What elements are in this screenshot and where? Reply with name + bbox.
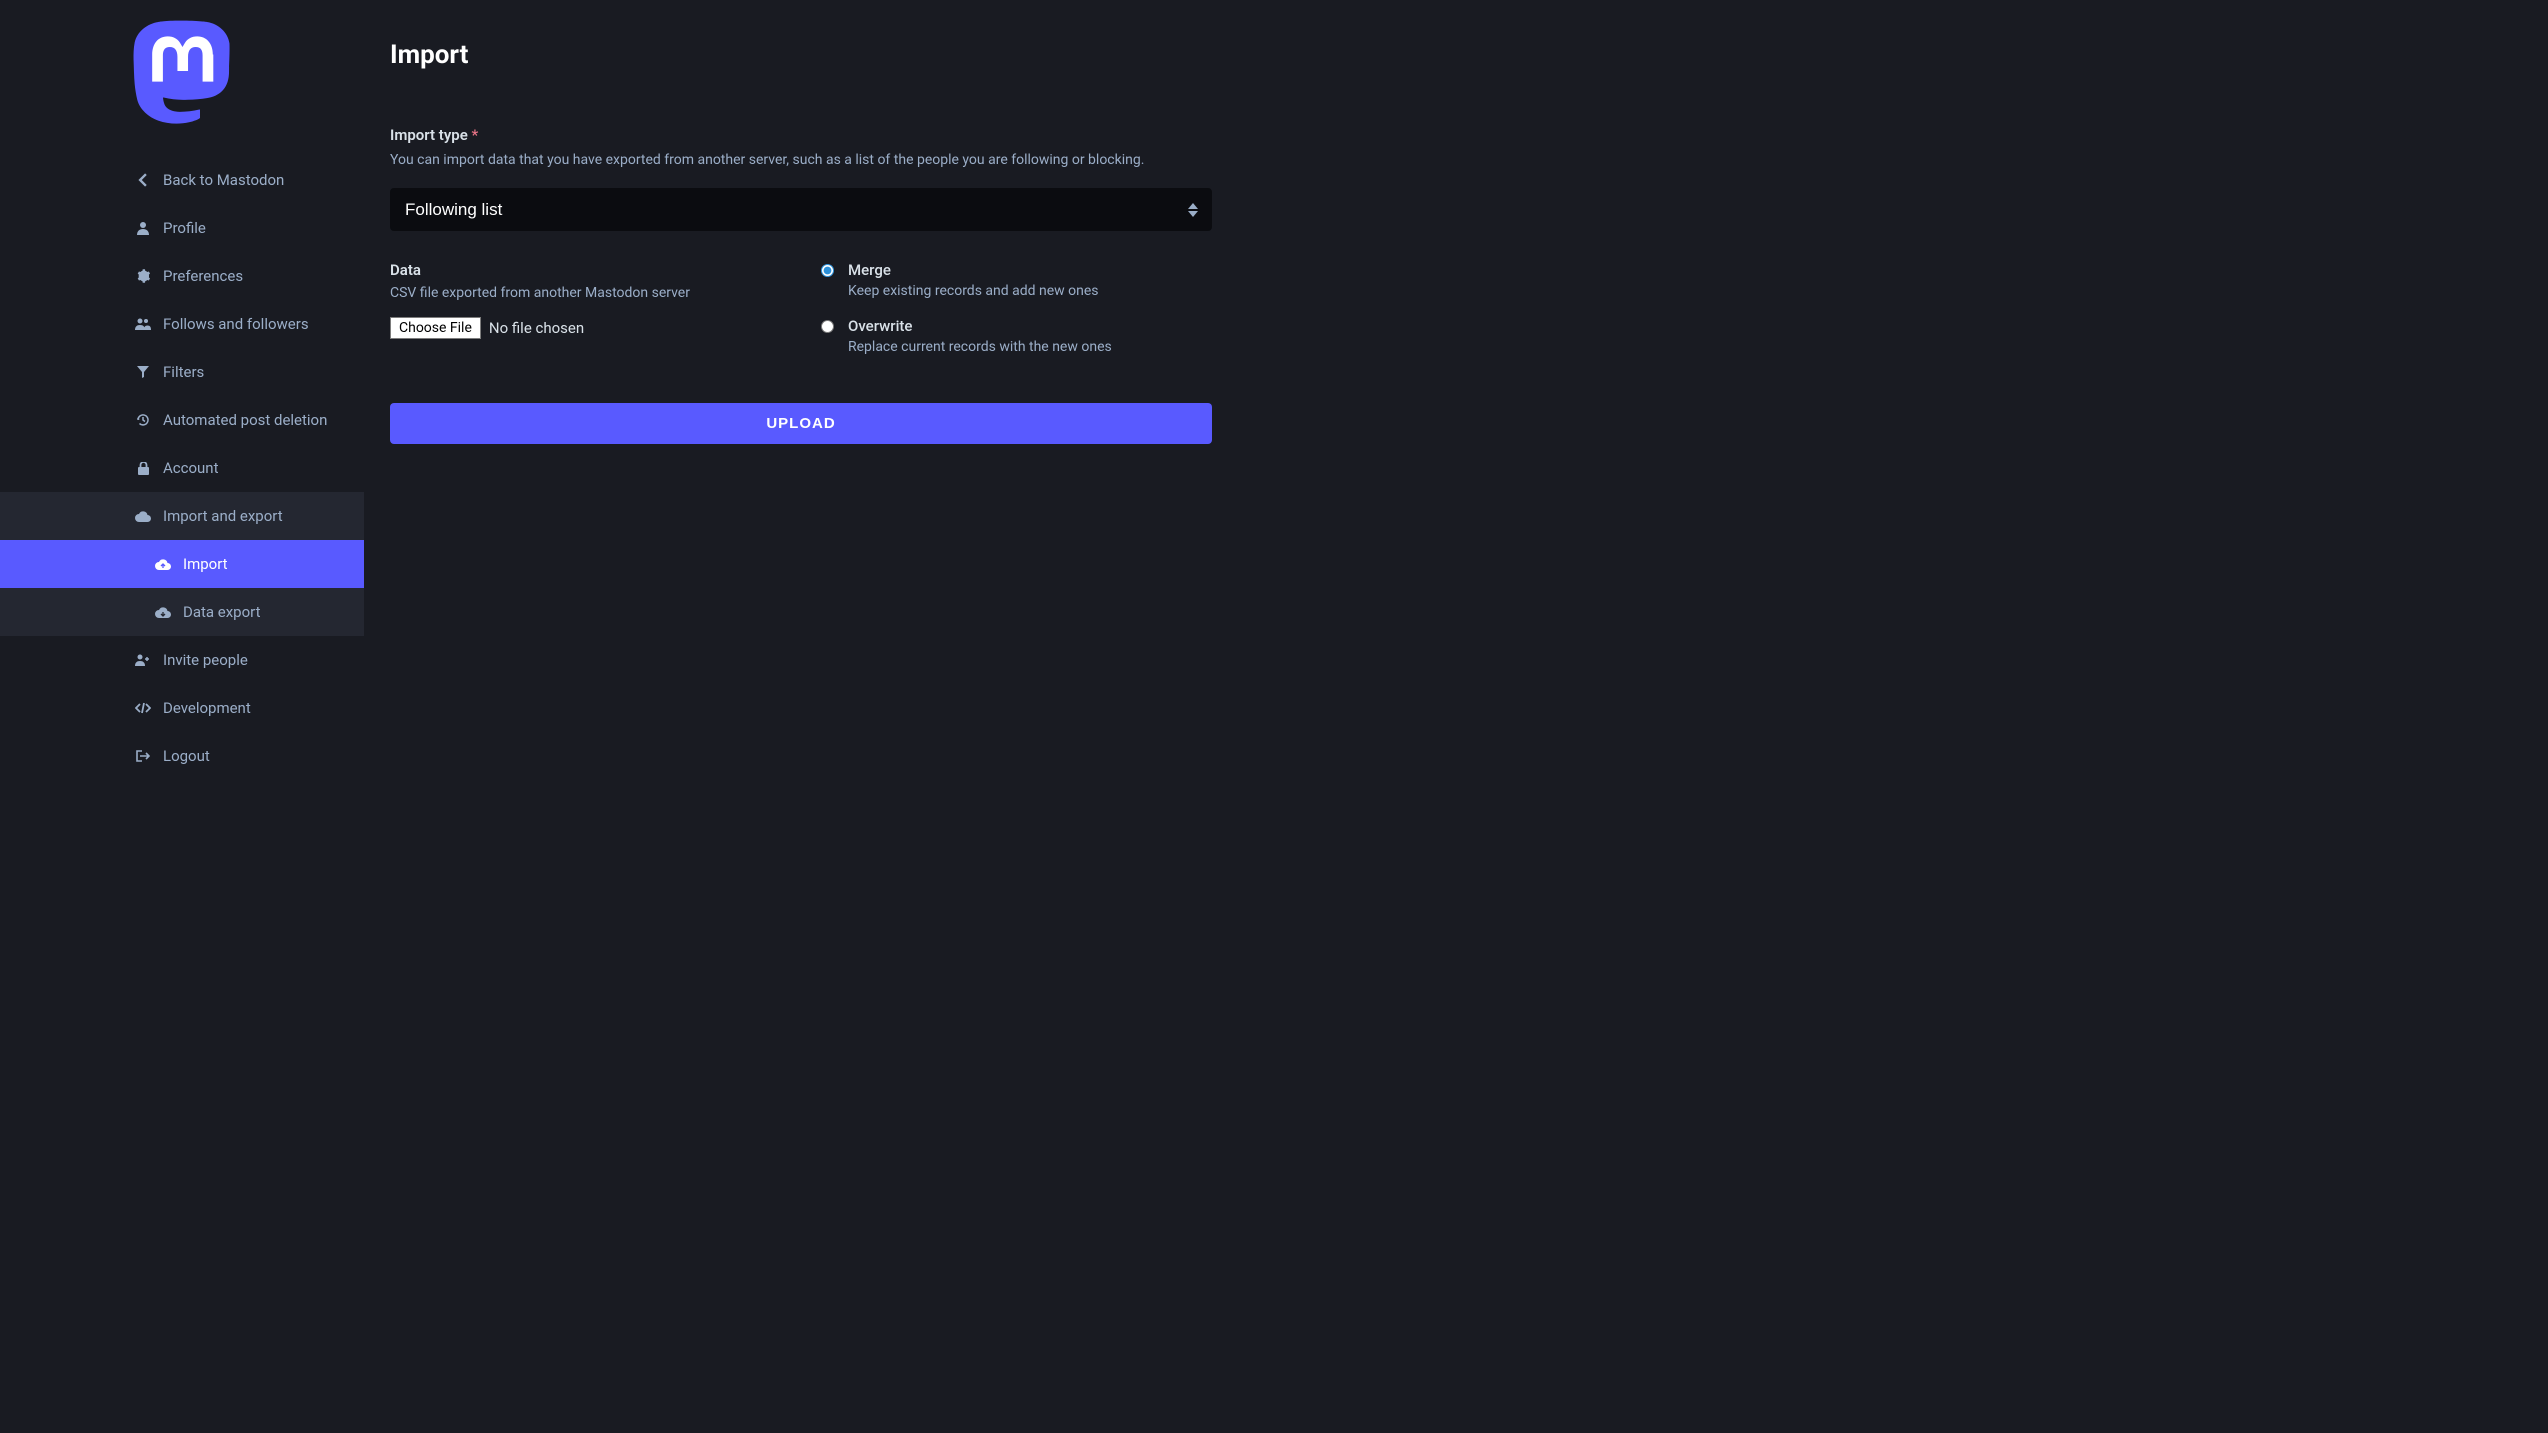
sidebar: Back to Mastodon Profile Preferences Fol… [0,0,364,1433]
import-type-hint: You can import data that you have export… [390,152,2508,168]
page-title: Import [390,40,2508,70]
code-icon [135,700,151,716]
file-status: No file chosen [489,319,584,337]
gear-icon [135,268,151,284]
user-icon [135,220,151,236]
nav-development[interactable]: Development [0,684,364,732]
nav-sub-label: Data export [183,603,261,621]
filter-icon [135,364,151,380]
nav-sub-export[interactable]: Data export [0,588,364,636]
mastodon-logo[interactable] [132,20,232,126]
nav-profile[interactable]: Profile [0,204,364,252]
import-type-select-wrapper: Following list [390,188,1212,231]
data-hint: CSV file exported from another Mastodon … [390,285,781,301]
cloud-download-icon [155,604,171,620]
nav-back[interactable]: Back to Mastodon [0,156,364,204]
radio-overwrite-input[interactable] [821,320,834,333]
nav-label: Follows and followers [163,315,309,333]
nav-sub-label: Import [183,555,228,573]
radio-merge[interactable]: Merge Keep existing records and add new … [821,261,1212,299]
data-column: Data CSV file exported from another Mast… [390,261,781,373]
users-icon [135,316,151,332]
radio-overwrite[interactable]: Overwrite Replace current records with t… [821,317,1212,355]
cloud-icon [135,508,151,524]
mode-column: Merge Keep existing records and add new … [821,261,1212,373]
file-input-row: Choose File No file chosen [390,317,781,339]
upload-button[interactable]: UPLOAD [390,403,1212,444]
nav-invite[interactable]: Invite people [0,636,364,684]
logout-icon [135,748,151,764]
choose-file-button[interactable]: Choose File [390,317,481,339]
radio-overwrite-label: Overwrite [848,317,1112,335]
radio-merge-hint: Keep existing records and add new ones [848,283,1099,299]
nav-label: Import and export [163,507,283,525]
history-icon [135,412,151,428]
nav-automated-deletion[interactable]: Automated post deletion [0,396,364,444]
nav-preferences[interactable]: Preferences [0,252,364,300]
nav-label: Development [163,699,251,717]
radio-merge-label: Merge [848,261,1099,279]
nav-import-export[interactable]: Import and export [0,492,364,540]
nav-label: Profile [163,219,206,237]
nav-account[interactable]: Account [0,444,364,492]
required-mark: * [472,126,479,144]
user-plus-icon [135,652,151,668]
radio-overwrite-hint: Replace current records with the new one… [848,339,1112,355]
chevron-left-icon [135,172,151,188]
nav-label: Back to Mastodon [163,171,284,189]
nav-sub-import[interactable]: Import [0,540,364,588]
import-type-select[interactable]: Following list [390,188,1212,231]
cloud-upload-icon [155,556,171,572]
nav-label: Logout [163,747,210,765]
main-content: Import Import type * You can import data… [364,0,2548,1433]
import-type-label: Import type * [390,126,2508,144]
data-label: Data [390,261,781,279]
nav-label: Invite people [163,651,248,669]
nav-label: Account [163,459,219,477]
radio-merge-input[interactable] [821,264,834,277]
nav: Back to Mastodon Profile Preferences Fol… [0,156,364,780]
nav-logout[interactable]: Logout [0,732,364,780]
nav-label: Automated post deletion [163,411,327,429]
nav-filters[interactable]: Filters [0,348,364,396]
form-columns: Data CSV file exported from another Mast… [390,261,1212,373]
nav-follows[interactable]: Follows and followers [0,300,364,348]
nav-label: Filters [163,363,204,381]
lock-icon [135,460,151,476]
nav-label: Preferences [163,267,243,285]
